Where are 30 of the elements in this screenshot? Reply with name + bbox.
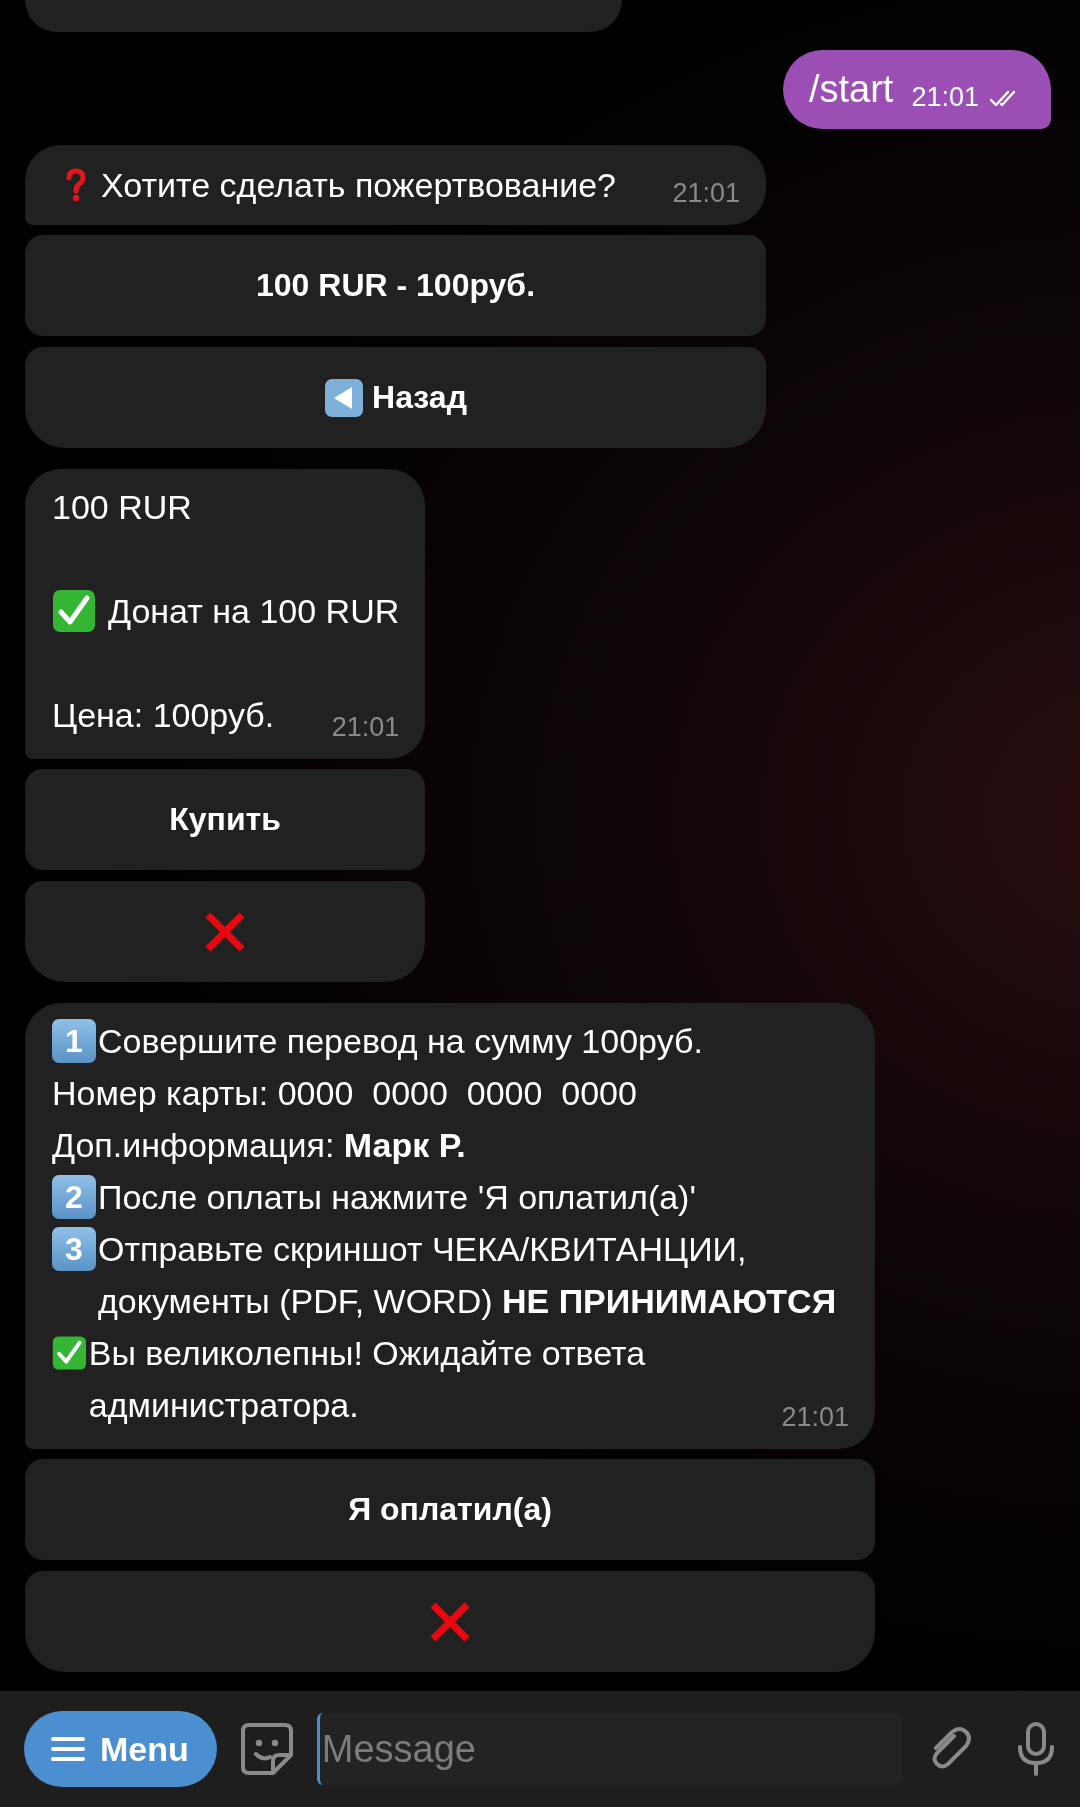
number-badge: 3 [52, 1227, 96, 1271]
message-text: Вы великолепны! Ожидайте ответа администратора. [88, 1333, 647, 1426]
message-text: /start [808, 68, 894, 111]
message-text: После оплаты нажмите 'Я оплатил(а)' [98, 1177, 696, 1218]
message-text: Хотите сделать пожертвование? [101, 165, 616, 206]
question-icon [65, 168, 87, 202]
back-button[interactable]: Назад [25, 347, 766, 448]
message-time: 21:01 [911, 82, 979, 113]
message-text: Доп.информация: Марк Р. [52, 1125, 466, 1166]
number-badge: 2 [52, 1175, 96, 1219]
message-time: 21:01 [781, 1402, 849, 1433]
message-text: Совершите перевод на сумму 100руб. [98, 1021, 703, 1062]
message-input[interactable]: Message [316, 1713, 902, 1785]
message-text: Цена: 100руб. [52, 695, 275, 736]
message-text: Номер карты: 0000 0000 0000 0000 [52, 1073, 637, 1114]
message-text: Отправьте скриншот ЧЕКА/КВИТАНЦИИ, документы (PDF, WORD) НЕ ПРИНИМАЮТСЯ [98, 1229, 838, 1322]
microphone-icon[interactable] [1016, 1721, 1056, 1777]
message-time: 21:01 [331, 712, 400, 743]
message-text: 100 RUR [52, 487, 192, 528]
cross-icon [429, 1600, 471, 1643]
inline-button[interactable]: Я оплатил(а) [25, 1459, 875, 1560]
inline-button[interactable]: Купить [25, 769, 426, 870]
message-time: 21:01 [672, 178, 740, 209]
number-badge: 1 [52, 1019, 96, 1063]
cross-icon [204, 910, 247, 953]
sticker-icon[interactable] [238, 1721, 295, 1777]
menu-icon [50, 1735, 86, 1763]
message-text: Донат на 100 RUR [108, 591, 400, 632]
check-icon [52, 589, 96, 633]
inline-button[interactable]: 100 RUR - 100руб. [25, 235, 766, 336]
